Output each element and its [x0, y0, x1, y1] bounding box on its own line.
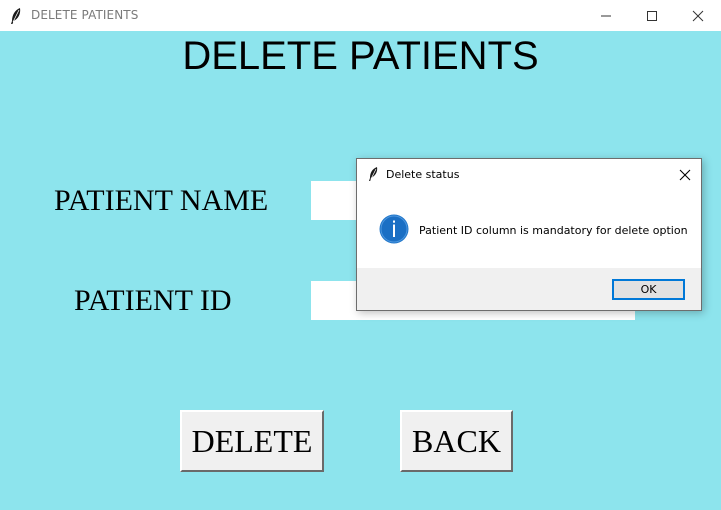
delete-button[interactable]: DELETE — [180, 410, 324, 472]
minimize-button[interactable] — [583, 0, 629, 31]
dialog-titlebar[interactable]: Delete status — [357, 159, 701, 190]
dialog-title: Delete status — [386, 168, 460, 181]
feather-icon — [11, 8, 21, 24]
close-window-button[interactable] — [675, 0, 721, 31]
feather-icon — [369, 167, 378, 181]
page-title: DELETE PATIENTS — [0, 32, 721, 80]
back-button[interactable]: BACK — [400, 410, 513, 472]
close-icon — [692, 10, 704, 21]
maximize-button[interactable] — [629, 0, 675, 31]
minimize-icon — [601, 15, 611, 16]
main-window: DELETE PATIENTS DELETE PATIENTS PATIENT … — [0, 0, 721, 510]
close-icon — [679, 169, 691, 180]
window-title: DELETE PATIENTS — [31, 8, 139, 22]
maximize-icon — [647, 10, 657, 21]
patient-id-label: PATIENT ID — [74, 284, 232, 317]
ok-button[interactable]: OK — [612, 279, 685, 300]
info-icon — [379, 214, 409, 244]
dialog-message: Patient ID column is mandatory for delet… — [419, 224, 688, 237]
page-title-text: DELETE PATIENTS — [182, 34, 539, 78]
dialog-footer: OK — [357, 268, 701, 310]
dialog-close-button[interactable] — [669, 159, 701, 190]
patient-name-label: PATIENT NAME — [54, 184, 269, 217]
delete-status-dialog: Delete status Patient ID column is manda… — [356, 158, 702, 311]
window-titlebar[interactable]: DELETE PATIENTS — [0, 0, 721, 31]
